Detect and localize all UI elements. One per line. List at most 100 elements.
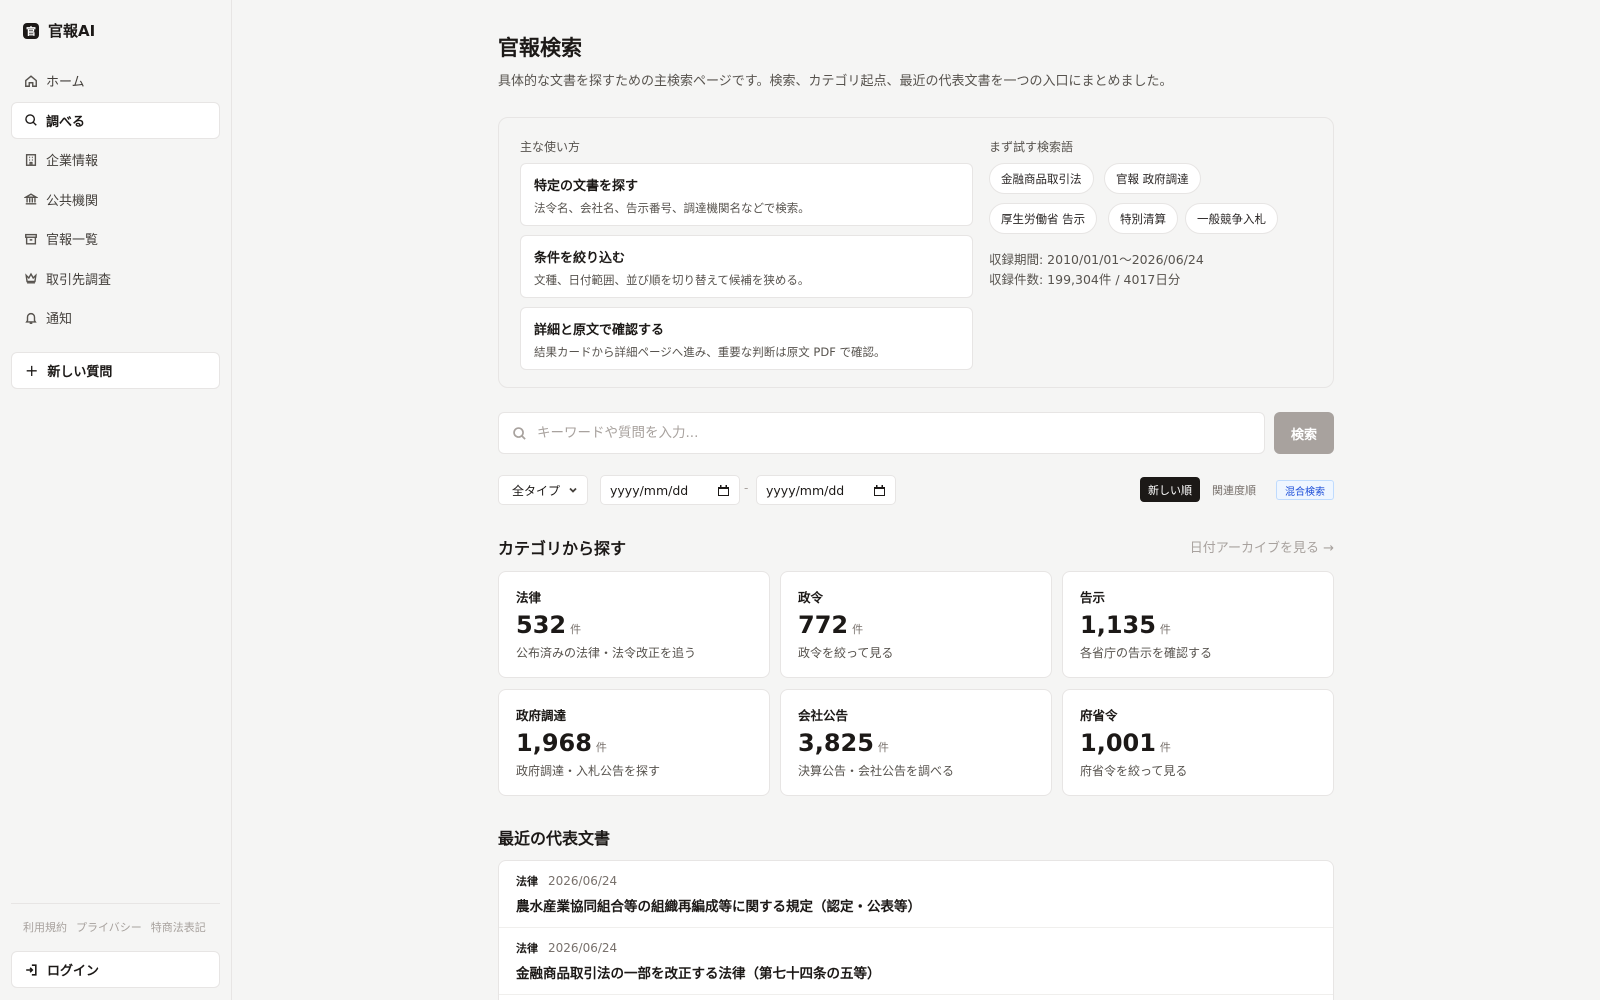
howto-card-title: 特定の文書を探す [534,179,639,194]
sidebar-item-home[interactable]: ホーム [11,62,220,99]
sidebar-item-search[interactable]: 調べる [11,101,220,139]
howto-card[interactable]: 詳細と原文で確認する 結果カードから詳細ページへ進み、重要な判断は原文 PDF … [520,307,973,370]
category-card-ministerial-order[interactable]: 府省令 1,001 件 府省令を絞って見る [1062,689,1334,796]
category-card-procurement[interactable]: 政府調達 1,968 件 政府調達・入札公告を探す [498,689,770,796]
category-desc: 政府調達・入札公告を探す [516,764,661,778]
howto-card-desc: 結果カードから詳細ページへ進み、重要な判断は原文 PDF で確認。 [534,345,886,359]
type-select[interactable]: 全タイプ [498,475,588,505]
category-count: 772 [798,611,849,639]
category-unit: 件 [570,623,582,636]
suggested-query-chip[interactable]: 厚生労働省 告示 [989,203,1098,234]
page-subtitle: 具体的な文書を探すための主検索ページです。検索、カテゴリ起点、最近の代表文書を一… [498,74,1173,89]
plus-icon: + [25,360,39,380]
sidebar-item-public-agency[interactable]: 公共機関 [11,181,220,218]
howto-card-title: 条件を絞り込む [534,251,626,266]
category-name: 告示 [1080,590,1106,605]
howto-panel: 主な使い方 特定の文書を探す 法令名、会社名、告示番号、調達機関名などで検索。 … [498,117,1334,388]
type-select-value: 全タイプ [512,483,561,498]
crown-icon [25,272,37,284]
archive-count: 収録件数: 199,304件 / 4017日分 [989,272,1181,287]
footer-link-tokusho[interactable]: 特商法表記 [151,919,206,935]
recent-date: 2026/06/24 [548,874,618,888]
login-button[interactable]: ログイン [11,951,220,988]
sidebar-item-company[interactable]: 企業情報 [11,141,220,178]
login-label: ログイン [47,964,100,979]
suggested-query-chip[interactable]: 官報 政府調達 [1104,163,1201,194]
category-name: 政府調達 [516,708,567,723]
category-card-notice[interactable]: 告示 1,135 件 各省庁の告示を確認する [1062,571,1334,678]
sort-relevance-button[interactable]: 関連度順 [1212,482,1256,498]
date-separator: - [744,481,749,495]
date-from-input[interactable]: yyyy/mm/dd [600,475,740,505]
sidebar-item-label: 官報一覧 [46,233,99,248]
search-input[interactable] [537,425,1264,441]
home-icon [25,74,37,87]
categories-title: カテゴリから探す [498,539,627,558]
category-card-law[interactable]: 法律 532 件 公布済みの法律・法令改正を追う [498,571,770,678]
landmark-icon [24,193,38,205]
date-archive-link[interactable]: 日付アーカイブを見る → [1190,537,1334,556]
suggested-query-chip[interactable]: 金融商品取引法 [989,163,1094,194]
sidebar-item-label: 企業情報 [46,154,99,169]
category-name: 政令 [798,590,824,605]
howto-card[interactable]: 特定の文書を探す 法令名、会社名、告示番号、調達機関名などで検索。 [520,163,973,226]
recent-list: 法律 2026/06/24 農水産業協同組合等の組織再編成等に関する規定（認定・… [498,860,1334,1000]
howto-card-title: 詳細と原文で確認する [534,323,665,338]
try-heading: まず試す検索語 [989,140,1074,154]
sidebar-item-label: 通知 [46,312,73,327]
category-count: 532 [516,611,567,639]
sidebar-nav: ホーム 調べる 企業情報 公共機関 官報一覧 取引先調査 通知 [11,62,220,339]
footer-link-privacy[interactable]: プライバシー [76,919,142,935]
list-item[interactable]: 法律 2026/06/24 金融商品取引法の一部を改正する法律（第七十四条の五等… [499,928,1333,995]
category-desc: 政令を絞って見る [798,646,894,660]
category-desc: 府省令を絞って見る [1080,764,1188,778]
sidebar: 官 官報AI ホーム 調べる 企業情報 公共機関 官報一覧 取引先調査 通知 +… [0,0,232,1000]
footer-link-terms[interactable]: 利用規約 [23,919,67,935]
howto-card-desc: 法令名、会社名、告示番号、調達機関名などで検索。 [534,201,810,215]
filter-row: 全タイプ yyyy/mm/dd - yyyy/mm/dd 新しい順 関連度順 混… [498,475,1334,505]
sort-newest-button[interactable]: 新しい順 [1140,477,1200,502]
date-to-value: yyyy/mm/dd [766,482,845,498]
suggested-query-chip[interactable]: 一般競争入札 [1185,203,1278,234]
sidebar-item-gazette-list[interactable]: 官報一覧 [11,220,220,257]
search-button[interactable]: 検索 [1274,412,1334,454]
sidebar-item-counterparty[interactable]: 取引先調査 [11,260,220,297]
footer-links: 利用規約 プライバシー 特商法表記 [23,919,206,935]
login-icon [26,963,37,976]
building-icon [25,153,37,166]
bell-icon [25,312,37,324]
recent-date: 2026/06/24 [548,941,618,955]
archive-period: 収録期間: 2010/01/01〜2026/06/24 [989,252,1204,267]
recent-title: 最近の代表文書 [498,829,611,848]
category-card-cabinet-order[interactable]: 政令 772 件 政令を絞って見る [780,571,1052,678]
list-item[interactable]: 法律 2026/06/24 農水産業協同組合等の組織再編成等に関する規定（認定・… [499,861,1333,928]
search-mode-badge[interactable]: 混合検索 [1276,480,1334,500]
category-count: 1,135 [1080,611,1156,639]
sidebar-item-label: ホーム [46,75,85,90]
archive-info: 収録期間: 2010/01/01〜2026/06/24 収録件数: 199,30… [989,250,1204,290]
calendar-icon [874,485,885,496]
date-to-input[interactable]: yyyy/mm/dd [756,475,896,505]
app-name: 官報AI [48,22,96,40]
recent-category: 法律 [516,942,538,955]
search-box [498,412,1265,454]
category-name: 会社公告 [798,708,849,723]
category-card-company-notice[interactable]: 会社公告 3,825 件 決算公告・会社公告を調べる [780,689,1052,796]
new-question-button[interactable]: + 新しい質問 [11,352,220,389]
calendar-icon [718,485,729,496]
category-unit: 件 [595,741,607,754]
page-title: 官報検索 [498,35,582,60]
suggested-query-chip[interactable]: 特別清算 [1108,203,1178,234]
sidebar-item-label: 調べる [46,114,86,130]
howto-card[interactable]: 条件を絞り込む 文種、日付範囲、並び順を切り替えて候補を狭める。 [520,235,973,298]
brand[interactable]: 官 官報AI [23,20,95,41]
recent-title-text: 金融商品取引法の一部を改正する法律（第七十四条の五等） [516,966,881,982]
logo-icon: 官 [23,22,39,39]
sidebar-item-notifications[interactable]: 通知 [11,299,220,336]
new-question-label: 新しい質問 [47,365,113,380]
sidebar-item-label: 公共機関 [46,193,99,209]
category-unit: 件 [1159,741,1171,754]
category-desc: 決算公告・会社公告を調べる [798,764,955,778]
category-desc: 公布済みの法律・法令改正を追う [516,646,697,660]
sidebar-item-label: 取引先調査 [46,272,112,288]
